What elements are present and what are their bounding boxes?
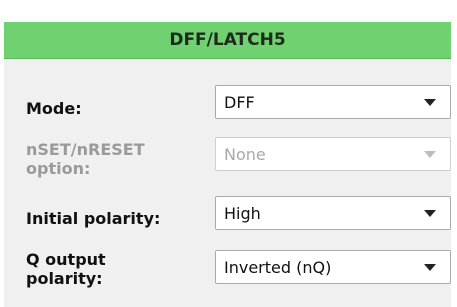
chevron-down-icon xyxy=(424,263,436,271)
panel-header: DFF/LATCH5 xyxy=(4,22,451,59)
initial-polarity-select-value: High xyxy=(224,203,261,223)
chevron-down-icon xyxy=(424,209,436,217)
properties-panel: DFF/LATCH5 Mode: DFF nSET/nRESET option:… xyxy=(4,22,451,307)
q-output-polarity-select[interactable]: Inverted (nQ) xyxy=(215,250,451,284)
chevron-down-icon xyxy=(424,98,436,106)
mode-label: Mode: xyxy=(26,99,82,118)
q-output-polarity-select-value: Inverted (nQ) xyxy=(224,257,332,277)
panel-title: DFF/LATCH5 xyxy=(169,30,286,50)
initial-polarity-label: Initial polarity: xyxy=(26,209,161,228)
mode-select-value: DFF xyxy=(224,92,255,112)
q-output-polarity-label: Q output polarity: xyxy=(26,250,106,288)
chevron-down-icon xyxy=(424,150,436,158)
nset-nreset-select-value: None xyxy=(224,144,266,164)
initial-polarity-select[interactable]: High xyxy=(215,196,451,230)
nset-nreset-label: nSET/nRESET option: xyxy=(26,140,145,178)
nset-nreset-select: None xyxy=(215,137,451,171)
mode-select[interactable]: DFF xyxy=(215,85,451,119)
